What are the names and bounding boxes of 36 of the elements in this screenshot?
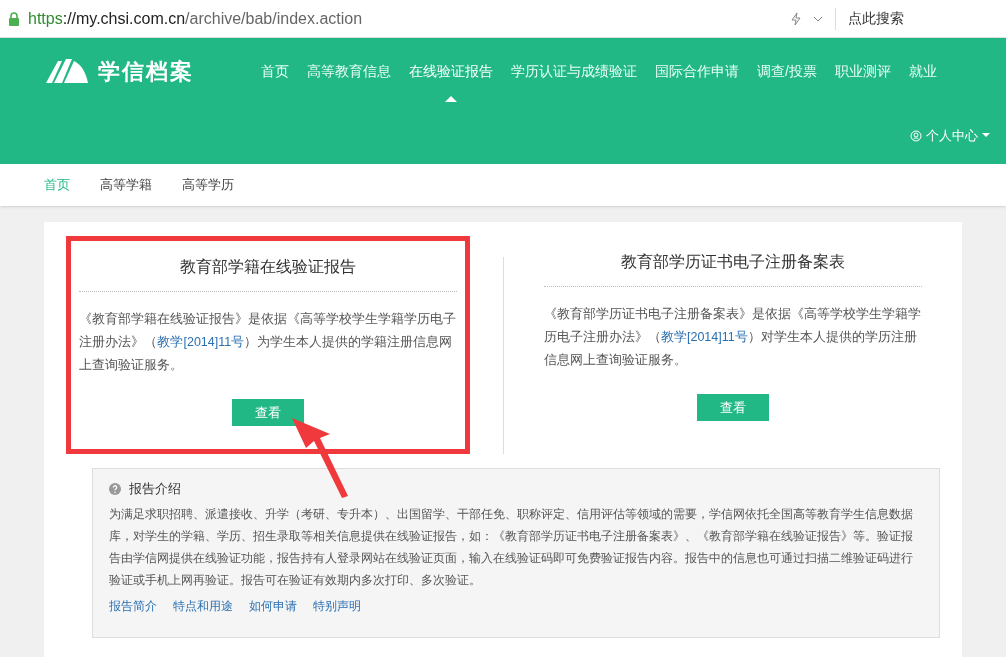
nav-link[interactable]: 就业 [899,38,946,104]
intro-link[interactable]: 如何申请 [249,596,297,615]
logo-text[interactable]: 学信档案 [98,54,194,88]
regulation-link[interactable]: 教学[2014]11号 [661,330,748,344]
subnav-link[interactable]: 首页 [44,175,70,195]
intro-text: 为满足求职招聘、派遣接收、升学（考研、专升本）、出国留学、干部任免、职称评定、信用评估等领域的需要，学信网依托全国高等教育学生信息数据库，对学生的学籍、学历、招生录取等相关信息提供在线验证报告，如：《教育部学历证书电子注册备案表》、《教育部学籍在线验证报告》等。验证报告由学信网提供在线验证功能，报告持有人登录网站在线验证页面，输入在线验证码即可免费验证报告内容。报告中的信息也可通过扫描二维验证码进行验证或手机上网再验证。报告可在验证有效期内多次打印、多次验证。 [109,505,914,589]
help-icon [109,482,121,495]
nav-link[interactable]: 高等教育信息 [298,38,400,104]
address-bar-url[interactable]: https://my.chsi.com.cn/archive/bab/index.action [28,6,363,31]
subnav-link[interactable]: 高等学历 [182,175,234,195]
lightning-icon[interactable] [791,11,801,26]
nav-link[interactable]: 职业测评 [825,38,900,104]
lock-icon [8,11,20,26]
nav-link[interactable]: 调查/投票 [748,38,826,104]
view-button[interactable]: 查看 [697,394,769,421]
search-field[interactable]: 点此搜索 [848,8,998,29]
card-title: 教育部学籍在线验证报告 [79,255,458,292]
regulation-link[interactable]: 教学[2014]11号 [157,335,245,349]
user-icon [910,129,922,142]
intro-title: 报告介绍 [129,480,181,498]
nav-link[interactable]: 学历认证与成绩验证 [502,38,646,104]
intro-link[interactable]: 报告简介 [109,596,157,615]
logo-icon[interactable] [44,57,90,85]
nav-link[interactable]: 在线验证报告 [400,38,502,104]
card-description: 《教育部学历证书电子注册备案表》是依据《高等学校学生学籍学历电子注册办法》（教学[2014]11号）对学生本人提供的学历注册信息网上查询验证服务。 [544,306,922,369]
view-button[interactable]: 查看 [232,399,305,426]
card-description: 《教育部学籍在线验证报告》是依据《高等学校学生学籍学历电子注册办法》（教学[2014]11号）为学生本人提供的学籍注册信息网上查询验证服务。 [79,311,458,374]
caret-icon [982,133,990,139]
intro-link[interactable]: 特别声明 [313,596,361,615]
subnav-link[interactable]: 高等学籍 [100,175,152,195]
user-menu[interactable]: 个人中心 [910,126,990,146]
nav-link[interactable]: 首页 [252,38,298,104]
chevron-down-icon[interactable] [813,15,823,22]
nav-link[interactable]: 国际合作申请 [646,38,748,104]
intro-link[interactable]: 特点和用途 [173,596,233,615]
card-title: 教育部学历证书电子注册备案表 [544,250,922,287]
